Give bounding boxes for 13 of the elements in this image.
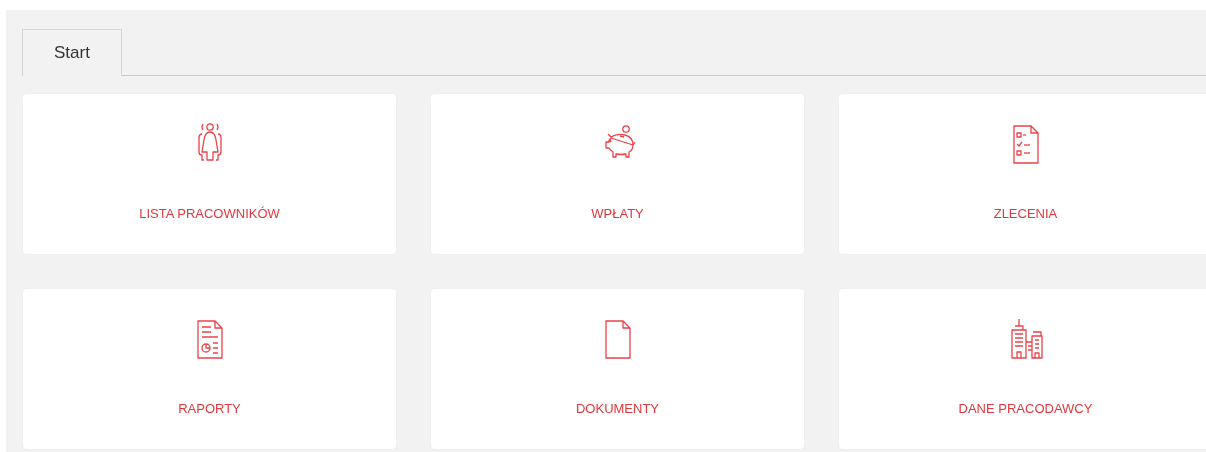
tile-card[interactable]: WPŁATY: [431, 94, 804, 254]
tile-label: DOKUMENTY: [575, 401, 660, 416]
tile-card[interactable]: DANE PRACODAWCY: [839, 289, 1206, 449]
tab[interactable]: Start: [22, 29, 122, 76]
tile-label: ZLECENIA: [993, 206, 1058, 221]
tile-card[interactable]: LISTA PRACOWNIKÓW: [23, 94, 396, 254]
tile-card[interactable]: ZLECENIA: [839, 94, 1206, 254]
tile-label: DANE PRACODAWCY: [958, 401, 1093, 416]
tile-label: RAPORTY: [178, 401, 241, 416]
tile-card[interactable]: DOKUMENTY: [431, 289, 804, 449]
tile-card[interactable]: RAPORTY: [23, 289, 396, 449]
tile-label: LISTA PRACOWNIKÓW: [139, 206, 280, 221]
tile-label: WPŁATY: [591, 206, 644, 221]
